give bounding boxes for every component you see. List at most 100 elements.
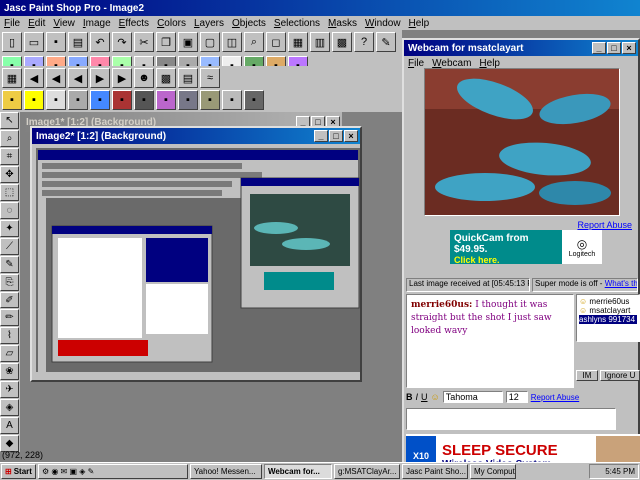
zoom-tool-icon[interactable]: ⌕ [0, 129, 19, 147]
texture-icon[interactable]: ▪ [244, 90, 264, 110]
whats-this-link[interactable]: What's this? [605, 279, 637, 288]
picture-tube-icon[interactable]: ❀ [0, 363, 19, 381]
browse-icon[interactable]: ◫ [222, 32, 242, 52]
histogram-icon[interactable]: ▥ [310, 32, 330, 52]
paste-icon[interactable]: ▣ [178, 32, 198, 52]
task-webcam[interactable]: Webcam for... [263, 464, 332, 479]
paintbrush-icon[interactable]: ✎ [0, 255, 19, 273]
retouch-icon[interactable]: ✏ [0, 309, 19, 327]
flood-fill-icon[interactable]: ◈ [0, 399, 19, 417]
quickcam-ad-banner[interactable]: QuickCam from $49.95. Click here. ◎ Logi… [450, 230, 602, 265]
italic-icon[interactable]: I [416, 392, 419, 402]
image2-canvas[interactable] [36, 148, 360, 380]
airbrush-icon[interactable]: ✈ [0, 381, 19, 399]
menu-help[interactable]: Help [405, 18, 434, 29]
close-icon[interactable]: × [622, 42, 636, 54]
webcam-menu-help[interactable]: Help [475, 58, 504, 69]
full-screen-icon[interactable]: ▢ [200, 32, 220, 52]
list-item[interactable]: ☺ merrie60us [579, 297, 637, 306]
task-psp[interactable]: Jasc Paint Sho... [401, 464, 468, 479]
dropper-icon[interactable]: ⟋ [0, 237, 19, 255]
image2-window-titlebar[interactable]: Image2* [1:2] (Background) _ □ × [32, 128, 360, 144]
close-icon[interactable]: × [344, 130, 358, 142]
normal-view-icon[interactable]: ◻ [266, 32, 286, 52]
arrow-left-icon[interactable]: ◀ [68, 68, 88, 88]
wave-icon[interactable]: ≈ [200, 68, 220, 88]
webcam-titlebar[interactable]: Webcam for msatclayart _ □ × [404, 40, 638, 56]
bold-icon[interactable]: B [406, 392, 413, 402]
texture-icon[interactable]: ▪ [46, 90, 66, 110]
maximize-icon[interactable]: □ [607, 42, 621, 54]
color-replacer-icon[interactable]: ✐ [0, 291, 19, 309]
palette-icon[interactable]: ▦ [288, 32, 308, 52]
texture-icon[interactable]: ▪ [134, 90, 154, 110]
grid-icon[interactable]: ▦ [2, 68, 22, 88]
texture-icon[interactable]: ▪ [200, 90, 220, 110]
task-my-computer[interactable]: My Computer [469, 464, 516, 479]
magic-wand-icon[interactable]: ✦ [0, 219, 19, 237]
font-select[interactable]: Tahoma [442, 391, 503, 403]
clone-icon[interactable]: ⎘ [0, 273, 19, 291]
texture-icon[interactable]: ▪ [68, 90, 88, 110]
pointer-icon[interactable]: ↖ [0, 112, 19, 129]
undo-icon[interactable]: ↶ [90, 32, 110, 52]
crop-icon[interactable]: ⌗ [0, 147, 19, 165]
webcam-menu-webcam[interactable]: Webcam [428, 58, 475, 69]
chat-log[interactable]: merrie60us: I thought it was straight bu… [406, 294, 574, 388]
minimize-icon[interactable]: _ [592, 42, 606, 54]
webcam-menu-file[interactable]: File [404, 58, 428, 69]
move-icon[interactable]: ✥ [0, 165, 19, 183]
arrow-right-icon[interactable]: ▶ [112, 68, 132, 88]
list-item[interactable]: ☺ msatclayart [579, 306, 637, 315]
mosaic-icon[interactable]: ▩ [156, 68, 176, 88]
levels-icon[interactable]: ▩ [332, 32, 352, 52]
save-icon[interactable]: ▪ [46, 32, 66, 52]
face-icon[interactable]: ☻ [134, 68, 154, 88]
zoom-icon[interactable]: ⌕ [244, 32, 264, 52]
menu-window[interactable]: Window [361, 18, 405, 29]
text-icon[interactable]: A [0, 417, 19, 435]
arrow-left-icon[interactable]: ◀ [46, 68, 66, 88]
minimize-icon[interactable]: _ [314, 130, 328, 142]
scratch-remover-icon[interactable]: ⌇ [0, 327, 19, 345]
menu-colors[interactable]: Colors [153, 18, 190, 29]
smiley-icon[interactable]: ☺ [431, 392, 440, 402]
menu-selections[interactable]: Selections [270, 18, 324, 29]
texture-icon[interactable]: ▪ [112, 90, 132, 110]
menu-edit[interactable]: Edit [24, 18, 49, 29]
menu-masks[interactable]: Masks [324, 18, 361, 29]
tile-icon[interactable]: ▤ [178, 68, 198, 88]
menu-objects[interactable]: Objects [228, 18, 270, 29]
ignore-user-button[interactable]: Ignore U [600, 370, 640, 381]
redo-icon[interactable]: ↷ [112, 32, 132, 52]
report-abuse-link-2[interactable]: Report Abuse [531, 393, 579, 402]
texture-icon[interactable]: ▪ [2, 90, 22, 110]
arrow-right-icon[interactable]: ▶ [90, 68, 110, 88]
im-button[interactable]: IM [576, 370, 598, 381]
menu-image[interactable]: Image [79, 18, 115, 29]
new-file-icon[interactable]: ▯ [2, 32, 22, 52]
list-item[interactable]: ashlyns 991734 [579, 315, 637, 324]
selection-icon[interactable]: ⬚ [0, 183, 19, 201]
open-folder-icon[interactable]: ▭ [24, 32, 44, 52]
task-clayart[interactable]: g:MSATClayAr... [333, 464, 400, 479]
chat-input[interactable] [406, 408, 616, 430]
menu-layers[interactable]: Layers [190, 18, 228, 29]
copy-icon[interactable]: ❐ [156, 32, 176, 52]
start-button[interactable]: ⊞ Start [1, 464, 36, 479]
texture-icon[interactable]: ▪ [90, 90, 110, 110]
help-icon[interactable]: ? [354, 32, 374, 52]
texture-icon[interactable]: ▪ [156, 90, 176, 110]
cut-icon[interactable]: ✂ [134, 32, 154, 52]
texture-icon[interactable]: ▪ [24, 90, 44, 110]
arrow-left-icon[interactable]: ◀ [24, 68, 44, 88]
app-titlebar[interactable]: Jasc Paint Shop Pro - Image2 [0, 0, 640, 16]
underline-icon[interactable]: U [421, 392, 428, 402]
user-list[interactable]: ☺ merrie60us ☺ msatclayart ashlyns 99173… [576, 294, 640, 342]
texture-icon[interactable]: ▪ [222, 90, 242, 110]
eraser-icon[interactable]: ▱ [0, 345, 19, 363]
font-size-select[interactable]: 12 [505, 391, 528, 403]
menu-view[interactable]: View [49, 18, 79, 29]
texture-icon[interactable]: ▪ [178, 90, 198, 110]
menu-file[interactable]: File [0, 18, 24, 29]
